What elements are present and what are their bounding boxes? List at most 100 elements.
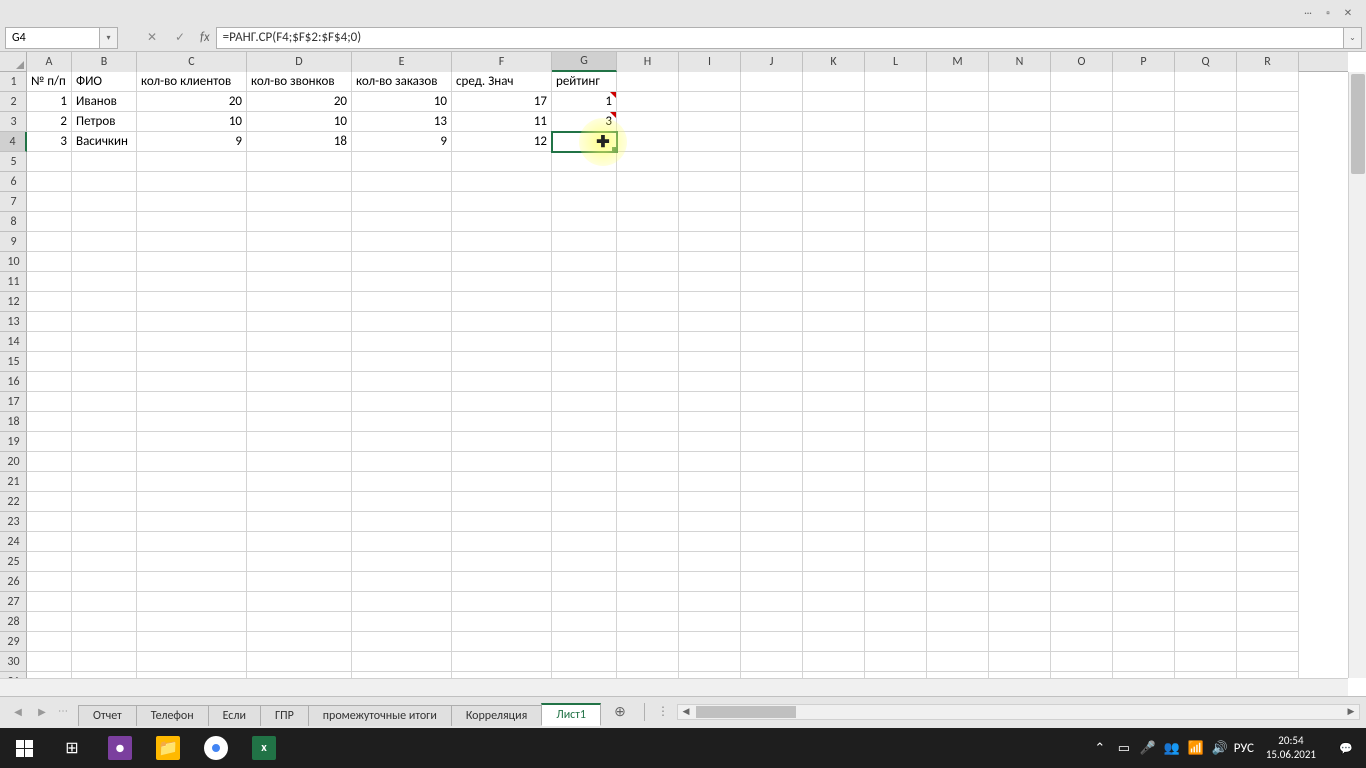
cell-K26[interactable] <box>803 572 865 592</box>
cell-G26[interactable] <box>552 572 617 592</box>
cell-I2[interactable] <box>679 92 741 112</box>
cell-L22[interactable] <box>865 492 927 512</box>
cell-E2[interactable]: 10 <box>352 92 452 112</box>
cell-A18[interactable] <box>27 412 72 432</box>
cell-M14[interactable] <box>927 332 989 352</box>
cell-G21[interactable] <box>552 472 617 492</box>
cell-I5[interactable] <box>679 152 741 172</box>
cell-H14[interactable] <box>617 332 679 352</box>
cell-C9[interactable] <box>137 232 247 252</box>
row-header-17[interactable]: 17 <box>0 392 27 412</box>
cell-H15[interactable] <box>617 352 679 372</box>
cell-K19[interactable] <box>803 432 865 452</box>
row-header-3[interactable]: 3 <box>0 112 27 132</box>
tray-volume-icon[interactable]: 🔊 <box>1208 728 1232 768</box>
cell-L9[interactable] <box>865 232 927 252</box>
cell-L23[interactable] <box>865 512 927 532</box>
cell-E22[interactable] <box>352 492 452 512</box>
cell-G1[interactable]: рейтинг <box>552 72 617 92</box>
cell-R27[interactable] <box>1237 592 1299 612</box>
task-view-button[interactable]: ⊞ <box>48 728 96 768</box>
row-header-6[interactable]: 6 <box>0 172 27 192</box>
cell-E1[interactable]: кол-во заказов <box>352 72 452 92</box>
cell-B21[interactable] <box>72 472 137 492</box>
cell-C10[interactable] <box>137 252 247 272</box>
cell-F24[interactable] <box>452 532 552 552</box>
cell-E13[interactable] <box>352 312 452 332</box>
cell-G28[interactable] <box>552 612 617 632</box>
tray-meet-icon[interactable]: ▭ <box>1112 728 1136 768</box>
cell-M3[interactable] <box>927 112 989 132</box>
cell-N3[interactable] <box>989 112 1051 132</box>
cell-L30[interactable] <box>865 652 927 672</box>
cell-N14[interactable] <box>989 332 1051 352</box>
cell-F22[interactable] <box>452 492 552 512</box>
cell-G5[interactable] <box>552 152 617 172</box>
row-header-5[interactable]: 5 <box>0 152 27 172</box>
cell-N7[interactable] <box>989 192 1051 212</box>
cell-M21[interactable] <box>927 472 989 492</box>
cell-B30[interactable] <box>72 652 137 672</box>
cell-P12[interactable] <box>1113 292 1175 312</box>
cell-A14[interactable] <box>27 332 72 352</box>
cell-M22[interactable] <box>927 492 989 512</box>
cell-Q7[interactable] <box>1175 192 1237 212</box>
cell-D3[interactable]: 10 <box>247 112 352 132</box>
cell-A17[interactable] <box>27 392 72 412</box>
cell-L3[interactable] <box>865 112 927 132</box>
cell-R28[interactable] <box>1237 612 1299 632</box>
cell-E30[interactable] <box>352 652 452 672</box>
cell-Q4[interactable] <box>1175 132 1237 152</box>
cell-E14[interactable] <box>352 332 452 352</box>
cell-L4[interactable] <box>865 132 927 152</box>
cell-D7[interactable] <box>247 192 352 212</box>
cell-J14[interactable] <box>741 332 803 352</box>
cell-I16[interactable] <box>679 372 741 392</box>
cell-P22[interactable] <box>1113 492 1175 512</box>
cell-O11[interactable] <box>1051 272 1113 292</box>
cell-Q21[interactable] <box>1175 472 1237 492</box>
cell-Q23[interactable] <box>1175 512 1237 532</box>
cell-K22[interactable] <box>803 492 865 512</box>
cell-F12[interactable] <box>452 292 552 312</box>
cell-J17[interactable] <box>741 392 803 412</box>
cell-F27[interactable] <box>452 592 552 612</box>
cell-B23[interactable] <box>72 512 137 532</box>
cell-F20[interactable] <box>452 452 552 472</box>
cell-Q13[interactable] <box>1175 312 1237 332</box>
cell-B1[interactable]: ФИО <box>72 72 137 92</box>
cell-I8[interactable] <box>679 212 741 232</box>
cell-H4[interactable] <box>617 132 679 152</box>
column-header-P[interactable]: P <box>1113 52 1175 72</box>
cell-I10[interactable] <box>679 252 741 272</box>
cell-F28[interactable] <box>452 612 552 632</box>
cell-N1[interactable] <box>989 72 1051 92</box>
formula-enter-icon[interactable] <box>168 28 192 48</box>
cell-G6[interactable] <box>552 172 617 192</box>
cell-K27[interactable] <box>803 592 865 612</box>
cell-N30[interactable] <box>989 652 1051 672</box>
cell-J1[interactable] <box>741 72 803 92</box>
ribbon-options-icon[interactable]: ··· <box>1298 4 1318 20</box>
cell-N27[interactable] <box>989 592 1051 612</box>
tray-people-icon[interactable]: 👥 <box>1160 728 1184 768</box>
cell-R16[interactable] <box>1237 372 1299 392</box>
cell-J12[interactable] <box>741 292 803 312</box>
cell-E21[interactable] <box>352 472 452 492</box>
cell-D4[interactable]: 18 <box>247 132 352 152</box>
cell-G24[interactable] <box>552 532 617 552</box>
cell-D15[interactable] <box>247 352 352 372</box>
cell-R10[interactable] <box>1237 252 1299 272</box>
cell-F16[interactable] <box>452 372 552 392</box>
cell-A1[interactable]: № п/п <box>27 72 72 92</box>
cell-C16[interactable] <box>137 372 247 392</box>
cell-P30[interactable] <box>1113 652 1175 672</box>
cell-M19[interactable] <box>927 432 989 452</box>
cell-C29[interactable] <box>137 632 247 652</box>
cell-C18[interactable] <box>137 412 247 432</box>
cell-F5[interactable] <box>452 152 552 172</box>
cell-D28[interactable] <box>247 612 352 632</box>
cell-I29[interactable] <box>679 632 741 652</box>
cell-R23[interactable] <box>1237 512 1299 532</box>
cell-C11[interactable] <box>137 272 247 292</box>
